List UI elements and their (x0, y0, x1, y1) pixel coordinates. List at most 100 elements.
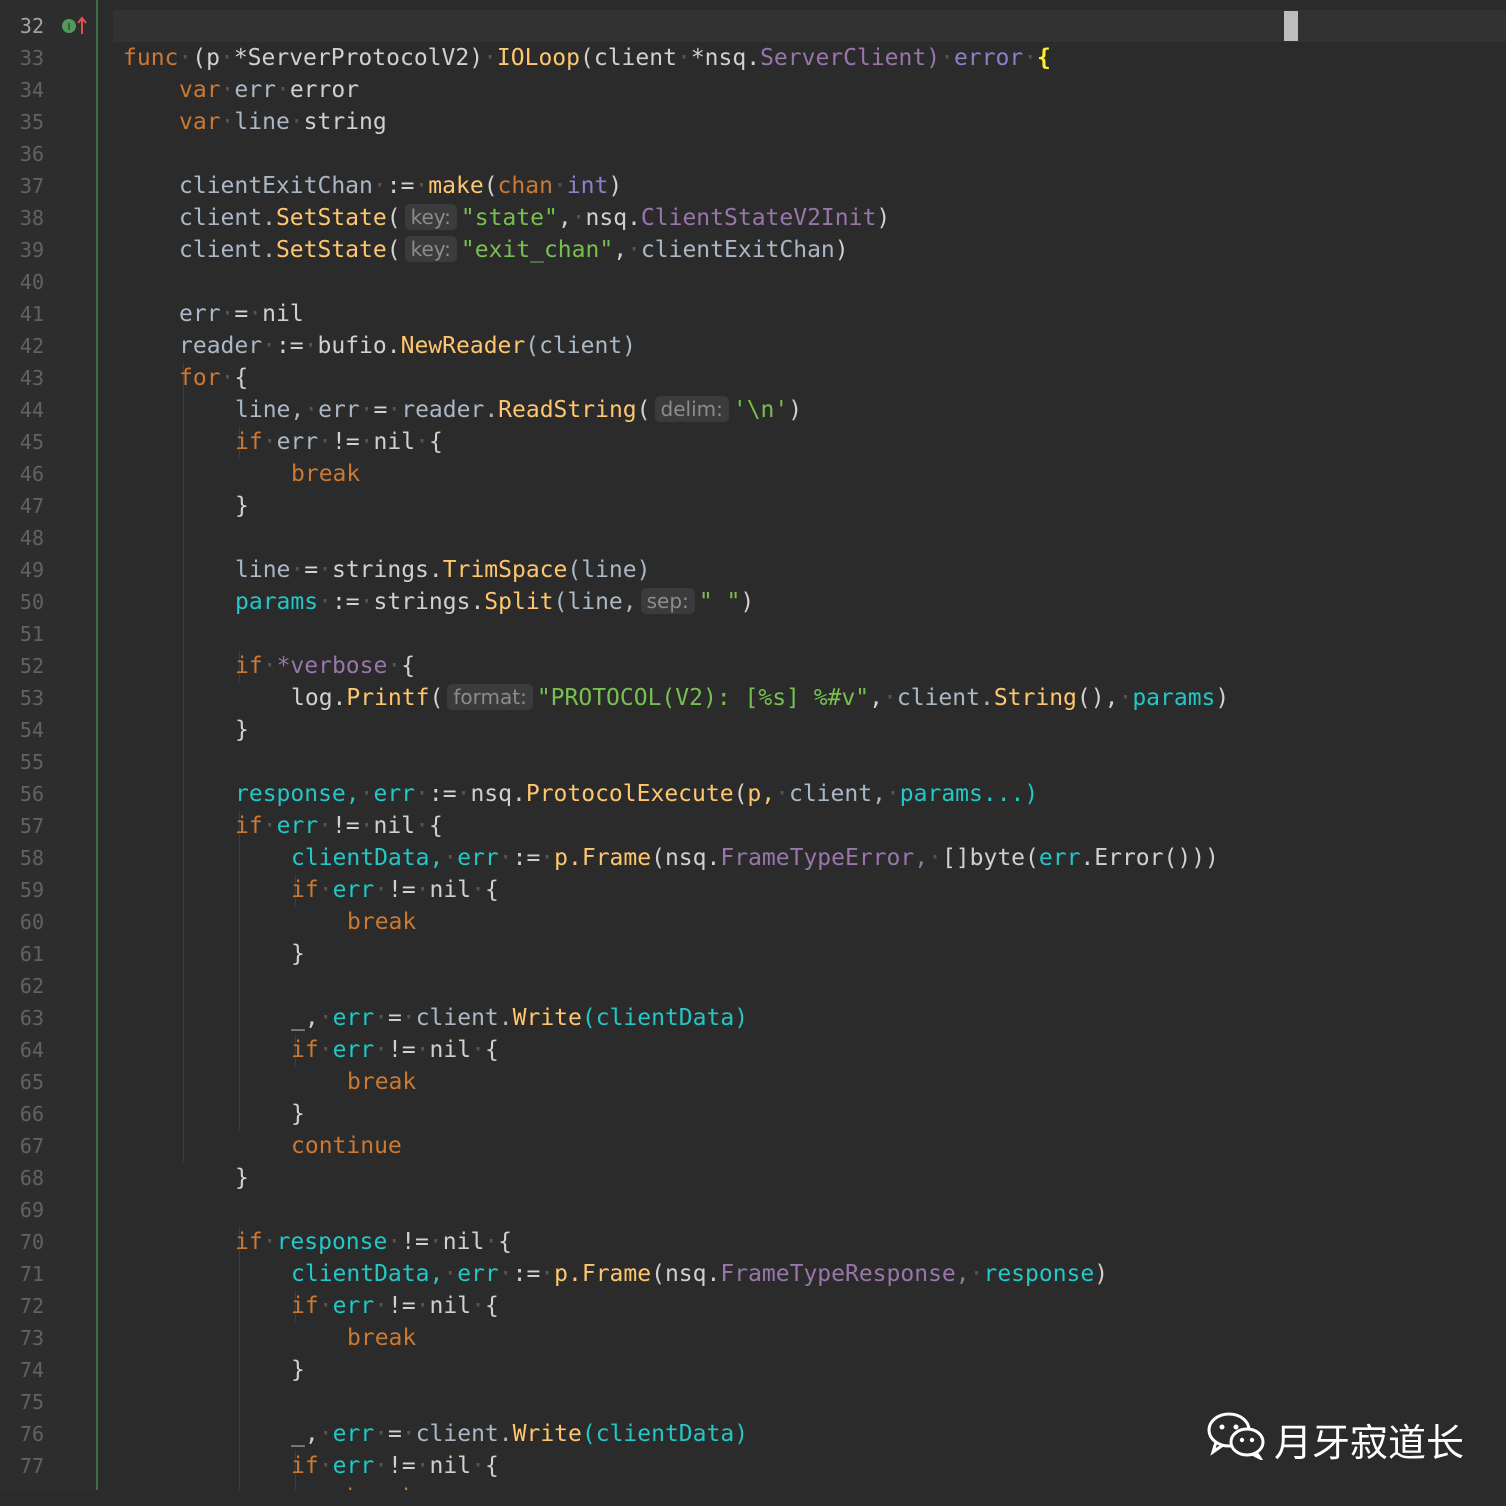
token: } (291, 1357, 305, 1383)
token: , (613, 237, 628, 263)
token: *verbose (276, 653, 388, 679)
token: _, (291, 1005, 319, 1031)
token: := (275, 333, 304, 359)
token: ReadString (498, 397, 637, 423)
code-editor[interactable]: I 32 33 34 35 36 37 38 39 40 41 42 43 44 45 46 47 48 49 50… (0, 0, 1506, 1506)
token: response, (235, 781, 360, 807)
token: client. (415, 1421, 513, 1447)
implements-method-icon[interactable]: I (60, 14, 90, 38)
token: err (332, 1421, 375, 1447)
token: } (291, 941, 305, 967)
token: clientData, (291, 1261, 444, 1287)
token: log. (291, 685, 347, 711)
code-line-38[interactable]: client.SetState(key: "exit_chan",·clientE… (0, 202, 849, 263)
code-line-51[interactable]: if·*verbose·{ (0, 618, 415, 679)
code-line-36[interactable]: clientExitChan·:=·make(chan·int) (0, 138, 622, 199)
code-line-66[interactable]: continue (0, 1098, 402, 1159)
token: ) (834, 237, 849, 263)
code-line-45[interactable]: break (0, 426, 360, 487)
token: err (332, 877, 375, 903)
code-line-58[interactable]: if·err·!=·nil·{ (0, 842, 499, 903)
token: ( (386, 205, 401, 231)
code-line-34[interactable]: var·line·string (0, 74, 387, 135)
parameter-hint: sep: (640, 588, 695, 614)
token: (client) (525, 333, 637, 359)
code-line-67[interactable]: } (0, 1130, 249, 1191)
token: = (387, 1421, 402, 1447)
code-line-53[interactable]: } (0, 682, 249, 743)
token: client. (179, 205, 276, 231)
code-line-40[interactable]: err·=·nil (0, 266, 304, 327)
token: if (291, 1293, 319, 1319)
token: err (1038, 845, 1081, 871)
code-line-57[interactable]: clientData,·err·:=·p.Frame(nsq.FrameType… (0, 810, 1219, 871)
token: "PROTOCOL(V2): [%s] %#v" (536, 685, 870, 711)
code-line-41[interactable]: reader·:=·bufio.NewReader(client) (0, 298, 636, 359)
token: "state" (460, 205, 558, 231)
code-line-49[interactable]: params·:=·strings.Split(line, sep: " ") (0, 554, 754, 615)
code-line-44[interactable]: if·err·!=·nil·{ (0, 394, 443, 455)
token: []byte( (941, 845, 1039, 871)
code-line-65[interactable]: } (0, 1066, 305, 1127)
code-line-77[interactable]: break (0, 1450, 416, 1506)
token: clientExitChan (640, 237, 835, 263)
code-line-33[interactable]: var·err·error (0, 42, 359, 103)
token: err (234, 77, 276, 103)
token: .Error())) (1080, 845, 1219, 871)
token: nil (429, 1453, 472, 1479)
code-line-71[interactable]: if·err·!=·nil·{ (0, 1258, 499, 1319)
token: params (235, 589, 319, 615)
indent-guide (239, 1226, 240, 1490)
code-line-37[interactable]: client.SetState(key: "state",·nsq.ClientS… (0, 170, 890, 231)
token: err (276, 429, 319, 455)
token: } (235, 493, 249, 519)
token: Split (484, 589, 554, 615)
token: var (179, 109, 221, 135)
code-line-48[interactable]: line·=·strings.TrimSpace(line) (0, 522, 650, 583)
token: p. (554, 1261, 582, 1287)
code-line-32[interactable]: func·(p·*ServerProtocolV2)·IOLoop(client… (0, 10, 1051, 71)
token: ) (876, 205, 891, 231)
code-line-70[interactable]: clientData,·err·:=·p.Frame(nsq.FrameType… (0, 1226, 1108, 1287)
code-line-43[interactable]: line,·err·=·reader.ReadString(delim: '\n'… (0, 362, 802, 423)
token: nil (429, 1037, 472, 1063)
token: { (484, 1293, 499, 1319)
scroll-marker[interactable] (1284, 11, 1298, 41)
token: = (304, 557, 319, 583)
code-line-56[interactable]: if·err·!=·nil·{ (0, 778, 443, 839)
code-line-69[interactable]: if·response·!=·nil·{ (0, 1194, 512, 1255)
token: params (1132, 685, 1216, 711)
token: { (484, 877, 499, 903)
code-line-59[interactable]: break (0, 874, 416, 935)
code-line-75[interactable]: _,·err·=·client.Write(clientData) (0, 1386, 748, 1447)
token: clientExitChan (179, 173, 373, 199)
token: nsq. (470, 781, 526, 807)
token: != (401, 1229, 429, 1255)
code-line-52[interactable]: log.Printf(format: "PROTOCOL(V2): [%s] %#… (0, 650, 1229, 711)
token: err (332, 1037, 375, 1063)
code-line-64[interactable]: break (0, 1034, 416, 1095)
code-line-73[interactable]: } (0, 1322, 305, 1383)
code-line-46[interactable]: } (0, 458, 249, 519)
token: nil (373, 813, 416, 839)
code-line-42[interactable]: for·{ (0, 330, 248, 391)
code-line-60[interactable]: } (0, 906, 305, 967)
code-line-63[interactable]: if·err·!=·nil·{ (0, 1002, 499, 1063)
code-line-55[interactable]: response,·err·:=·nsq.ProtocolExecute(p,·… (0, 746, 1038, 807)
token: strings. (331, 557, 443, 583)
code-line-62[interactable]: _,·err·=·client.Write(clientData) (0, 970, 748, 1031)
code-line-76[interactable]: if·err·!=·nil·{ (0, 1418, 499, 1479)
token: ) (740, 589, 755, 615)
token: Write (512, 1421, 582, 1447)
token: continue (291, 1133, 402, 1159)
token: error (289, 77, 360, 103)
token: if (291, 877, 319, 903)
token: err (179, 301, 221, 327)
token: Frame (581, 1261, 652, 1287)
token: break (347, 1069, 417, 1095)
token: ) (1094, 1261, 1109, 1287)
token: break (291, 461, 361, 487)
token: if (235, 653, 263, 679)
token: (clientData) (581, 1005, 749, 1031)
code-line-72[interactable]: break (0, 1290, 416, 1351)
